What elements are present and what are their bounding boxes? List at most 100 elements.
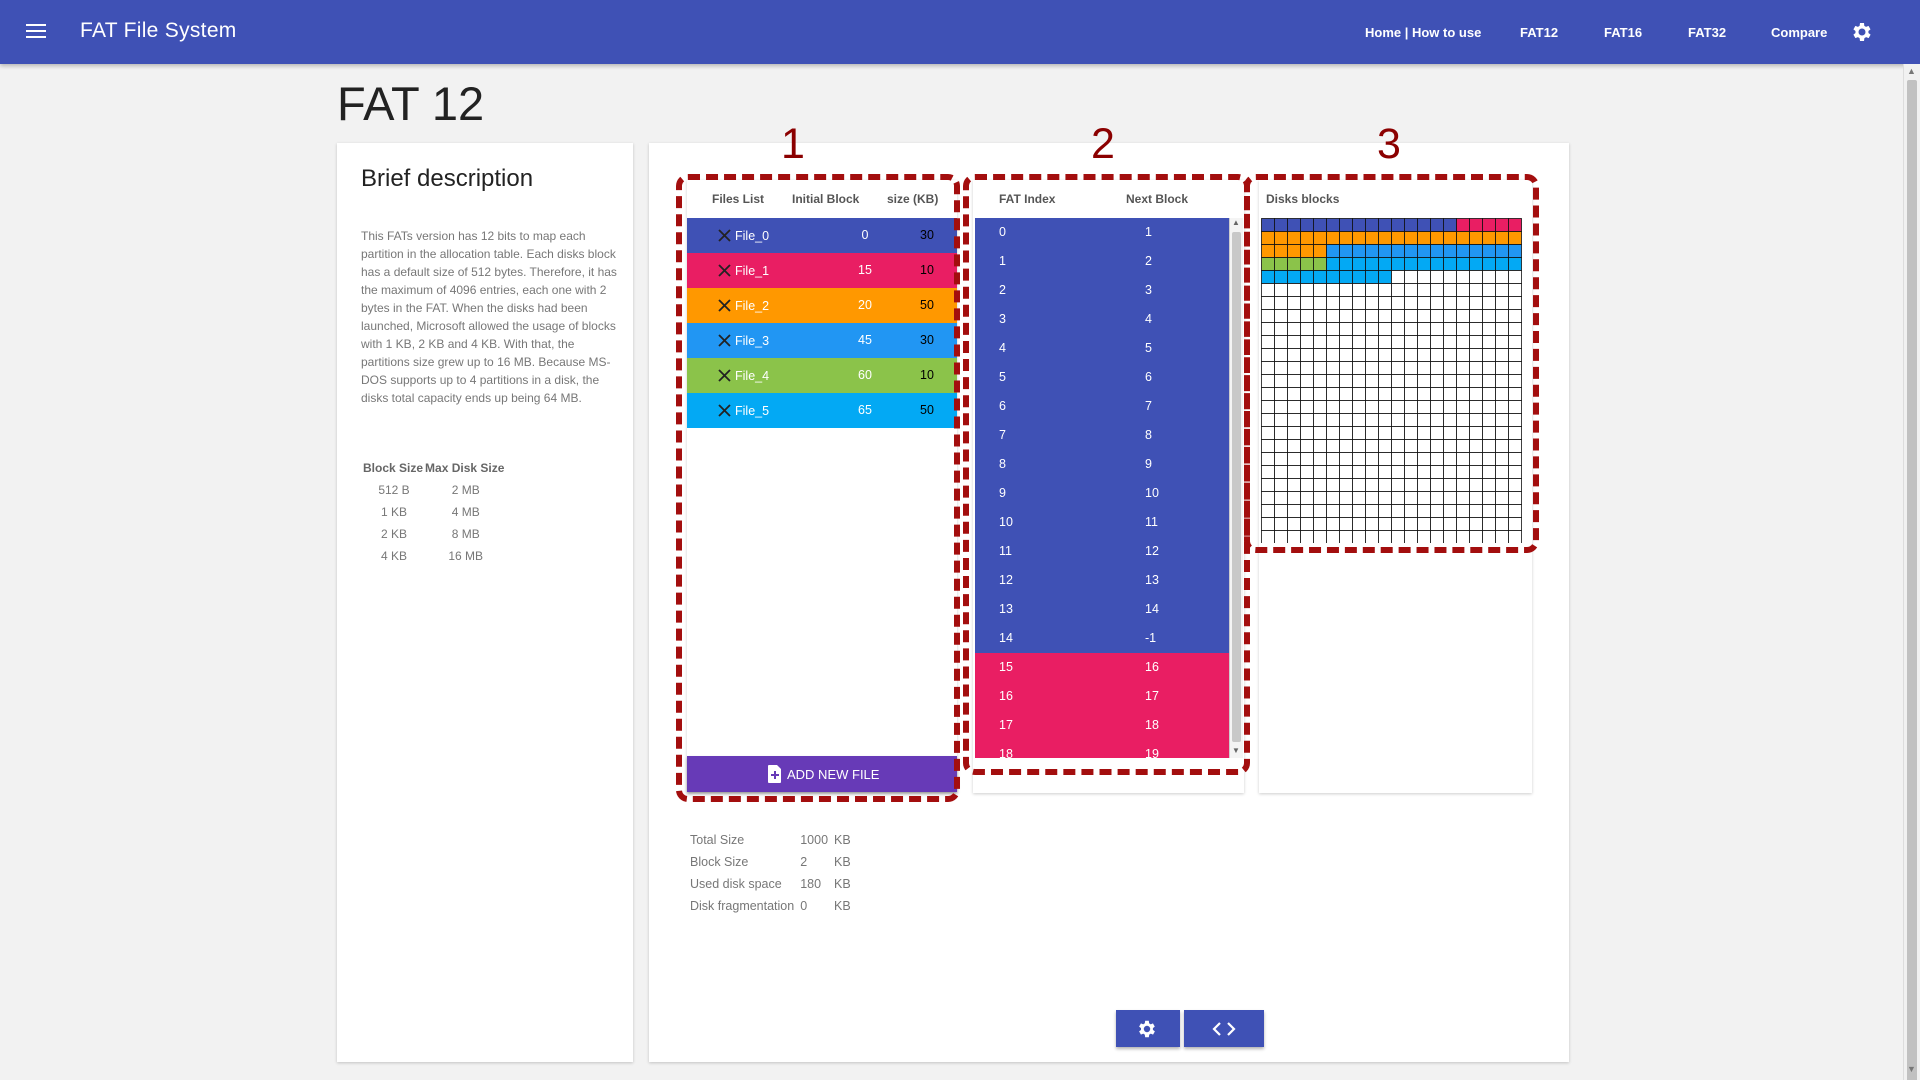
disk-block	[1326, 452, 1340, 466]
file-row[interactable]: File_3 45 30	[687, 323, 957, 358]
code-button[interactable]	[1184, 1010, 1264, 1047]
fat-scrollbar-thumb[interactable]	[1232, 232, 1241, 742]
disk-block	[1482, 335, 1496, 349]
disk-block	[1378, 491, 1392, 505]
disk-block	[1261, 387, 1275, 401]
disk-block	[1352, 348, 1366, 362]
disk-block	[1430, 530, 1444, 543]
disk-block	[1482, 387, 1496, 401]
disk-block	[1274, 491, 1288, 505]
disk-block	[1287, 517, 1301, 531]
disk-block	[1261, 413, 1275, 427]
file-row[interactable]: File_5 65 50	[687, 393, 957, 428]
disk-block	[1508, 439, 1522, 453]
annotation-number: 2	[1091, 120, 1115, 168]
disk-block	[1430, 361, 1444, 375]
stat-row: Used disk space 180 KB	[690, 873, 857, 895]
fat-index: 8	[999, 457, 1006, 471]
close-icon[interactable]	[717, 298, 732, 313]
disk-block	[1365, 452, 1379, 466]
nav-compare[interactable]: Compare	[1771, 25, 1827, 40]
nav-fat16[interactable]: FAT16	[1604, 25, 1642, 40]
file-name: File_3	[735, 334, 770, 348]
file-name: File_1	[735, 264, 770, 278]
page-scrollbar[interactable]: ▲ ▼	[1903, 64, 1920, 1080]
file-row[interactable]: File_4 60 10	[687, 358, 957, 393]
scroll-down-arrow-icon[interactable]: ▼	[1232, 746, 1240, 755]
disk-block	[1352, 296, 1366, 310]
fat-index: 0	[999, 225, 1006, 239]
file-plus-icon	[768, 765, 781, 783]
disk-block	[1300, 231, 1314, 245]
close-icon[interactable]	[717, 228, 732, 243]
disk-block	[1313, 309, 1327, 323]
settings-button[interactable]	[1116, 1010, 1180, 1047]
stat-label: Total Size	[690, 833, 745, 847]
file-row[interactable]: File_0 0 30	[687, 218, 957, 253]
disk-block	[1495, 387, 1509, 401]
disk-block	[1313, 491, 1327, 505]
disk-block	[1313, 231, 1327, 245]
disk-block	[1404, 465, 1418, 479]
disk-block	[1482, 348, 1496, 362]
disk-block	[1378, 309, 1392, 323]
scroll-up-arrow-icon[interactable]: ▲	[1907, 66, 1916, 76]
disk-block	[1352, 218, 1366, 232]
disk-block	[1313, 257, 1327, 271]
disk-block	[1274, 361, 1288, 375]
scroll-down-arrow-icon[interactable]: ▼	[1907, 1064, 1916, 1074]
fat-scrollbar[interactable]: ▲ ▼	[1229, 218, 1243, 758]
app-title: FAT File System	[80, 19, 237, 42]
menu-icon[interactable]	[22, 20, 50, 44]
nav-fat12[interactable]: FAT12	[1520, 25, 1558, 40]
scroll-up-arrow-icon[interactable]: ▲	[1232, 218, 1240, 227]
disk-block	[1339, 244, 1353, 258]
app-bar: FAT File System Home | How to use FAT12 …	[0, 0, 1920, 64]
disk-block	[1326, 218, 1340, 232]
close-icon[interactable]	[717, 333, 732, 348]
disk-block	[1404, 361, 1418, 375]
stat-label: Used disk space	[690, 877, 782, 891]
disk-block	[1313, 270, 1327, 284]
file-row[interactable]: File_2 20 50	[687, 288, 957, 323]
disk-block	[1391, 413, 1405, 427]
disk-block	[1300, 400, 1314, 414]
disk-block	[1430, 465, 1444, 479]
disk-block	[1456, 387, 1470, 401]
close-icon[interactable]	[717, 403, 732, 418]
file-name: File_4	[735, 369, 770, 383]
disk-block	[1287, 296, 1301, 310]
disk-block	[1508, 296, 1522, 310]
disk-block	[1300, 465, 1314, 479]
disk-block	[1378, 478, 1392, 492]
disk-block	[1495, 478, 1509, 492]
disk-block	[1482, 361, 1496, 375]
disk-block	[1365, 426, 1379, 440]
disk-block	[1495, 530, 1509, 543]
disk-block	[1391, 335, 1405, 349]
stat-unit: KB	[834, 877, 851, 891]
disk-block	[1313, 504, 1327, 518]
fat-index: 9	[999, 486, 1006, 500]
disk-block	[1482, 244, 1496, 258]
table-cell: 1 KB	[381, 505, 408, 519]
disk-block	[1287, 348, 1301, 362]
disk-block	[1443, 283, 1457, 297]
close-icon[interactable]	[717, 263, 732, 278]
disk-block	[1352, 270, 1366, 284]
disk-block	[1365, 400, 1379, 414]
page-scrollbar-thumb[interactable]	[1907, 80, 1917, 1080]
nav-home[interactable]: Home | How to use	[1365, 25, 1481, 40]
disk-block	[1508, 283, 1522, 297]
gear-icon[interactable]	[1850, 20, 1874, 44]
add-new-file-button[interactable]: ADD NEW FILE	[687, 756, 957, 792]
disk-block	[1456, 452, 1470, 466]
stat-value: 180	[800, 877, 822, 891]
stat-label: Block Size	[690, 855, 749, 869]
file-row[interactable]: File_1 15 10	[687, 253, 957, 288]
close-icon[interactable]	[717, 368, 732, 383]
fat-list[interactable]: 0 1 1 2 2 3 3 4 4 5 5 6 6 7 7 8 8 9 9 10 10 11 11 12 12 13 13 14 14-…	[975, 218, 1229, 758]
fat-row: 17 18	[975, 711, 1229, 740]
fat-row: 14 -1	[975, 624, 1229, 653]
nav-fat32[interactable]: FAT32	[1688, 25, 1726, 40]
